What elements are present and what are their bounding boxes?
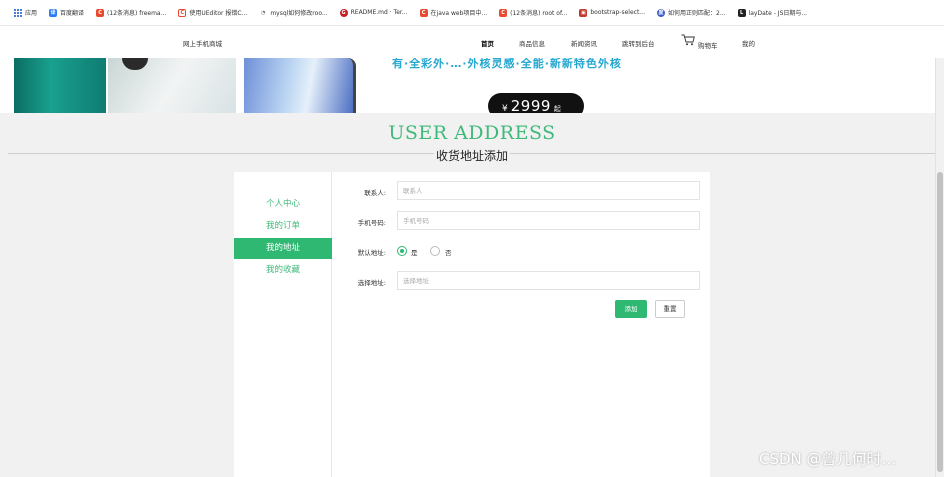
site-header: 网上手机商城 首页 商品信息 新闻资讯 跳转到后台 购物车 我的 (0, 27, 944, 57)
baidu-icon: 度 (657, 8, 666, 17)
promo-banner[interactable]: 有·全彩外·…·外核灵感·全能·新新特色外核 ¥ 2999 起 (0, 58, 944, 113)
default-yes-label: 是 (411, 249, 418, 257)
price-value: 2999 (510, 97, 551, 113)
csdn-watermark: CSDN @曾几何时… (759, 450, 897, 468)
address-select-input[interactable] (397, 271, 700, 290)
bookmark-label: (12条消息) root of... (510, 10, 568, 17)
nav-mine[interactable]: 我的 (742, 38, 755, 48)
csdn-icon: C (499, 8, 508, 17)
contact-label: 联系人: (364, 189, 386, 197)
bookmarks-bar: 应用 译 百度翻译 C (12条消息) freema... C 使用UEdito… (0, 0, 944, 26)
default-no-label: 否 (445, 249, 452, 257)
price-currency: ¥ (502, 104, 508, 113)
bookmark-readme[interactable]: G README.md · Ter... (339, 8, 408, 17)
nav-home[interactable]: 首页 (481, 38, 494, 48)
price-suffix: 起 (553, 105, 561, 113)
bookmark-label: 使用UEditor 报错C... (189, 10, 248, 17)
nav-products[interactable]: 商品信息 (519, 38, 545, 48)
mysql-icon: ◔ (259, 8, 268, 17)
default-no-radio[interactable] (430, 246, 440, 256)
banner-slogan: 有·全彩外·…·外核灵感·全能·新新特色外核 (392, 58, 622, 70)
c-icon: C (178, 8, 187, 17)
page-title-en: USER ADDRESS (388, 122, 556, 144)
default-address-label: 默认地址: (357, 249, 386, 257)
bookmark-label: bootstrap-select... (590, 9, 646, 16)
bookmark-label: 在java web项目中... (430, 10, 488, 17)
address-label: 选择地址: (357, 279, 386, 287)
nav-admin[interactable]: 跳转到后台 (622, 38, 655, 48)
bookmark-regex[interactable]: 度 如何用正则匹配：2... (657, 8, 726, 17)
reset-button[interactable]: 重置 (655, 300, 685, 318)
price-badge: ¥ 2999 起 (488, 93, 584, 113)
bookmark-bootstrap-select[interactable]: ▣ bootstrap-select... (579, 8, 646, 17)
bookmark-label: README.md · Ter... (350, 9, 408, 16)
bookmark-csdn-3[interactable]: C (12条消息) root of... (499, 8, 567, 17)
phone-image-silver (108, 58, 236, 113)
phone-image-blue (244, 58, 356, 113)
bookmark-label: (12条消息) freema... (107, 10, 167, 17)
page-content: USER ADDRESS 收货地址添加 个人中心 我的订单 我的地址 我的收藏 … (0, 113, 935, 477)
laydate-icon: L (737, 8, 746, 17)
cart-icon[interactable] (681, 34, 695, 46)
page-title-text: 收货地址添加 (433, 149, 510, 163)
bookmark-laydate[interactable]: L layDate - JS日期与... (737, 8, 808, 17)
bookmark-csdn-2[interactable]: C 在java web项目中... (419, 8, 488, 17)
nav-cart[interactable]: 购物车 (698, 40, 718, 50)
bookmark-ueditor[interactable]: C 使用UEditor 报错C... (178, 8, 247, 17)
sidebar-item-favorites[interactable]: 我的收藏 (234, 260, 332, 280)
gitee-icon: G (339, 8, 348, 17)
address-form: 联系人: 手机号码: 默认地址: 是 否 选择地址: 添加 重置 (333, 172, 710, 477)
nav-news[interactable]: 新闻资讯 (571, 38, 597, 48)
address-card: 个人中心 我的订单 我的地址 我的收藏 联系人: 手机号码: 默认地址: 是 否… (234, 172, 710, 477)
add-button[interactable]: 添加 (615, 300, 647, 318)
bookmark-label: layDate - JS日期与... (748, 10, 808, 17)
bookmark-label: 百度翻译 (60, 10, 85, 17)
default-yes-radio[interactable] (397, 246, 407, 256)
bookmark-label: mysql如何修改roo... (270, 10, 328, 17)
apps-grid-icon (14, 8, 22, 17)
sidebar-item-orders[interactable]: 我的订单 (234, 216, 332, 236)
user-sidebar: 个人中心 我的订单 我的地址 我的收藏 (234, 172, 332, 477)
phone-input[interactable] (397, 211, 700, 230)
bookmark-label: 如何用正则匹配：2... (668, 10, 726, 17)
bookmark-mysql[interactable]: ◔ mysql如何修改roo... (259, 8, 328, 17)
phone-image-green (14, 58, 106, 113)
csdn-icon: C (419, 8, 428, 17)
contact-input[interactable] (397, 181, 700, 200)
main-menu: 首页 商品信息 新闻资讯 跳转到后台 购物车 我的 (0, 38, 944, 50)
camera-module-icon (122, 58, 148, 70)
page-title: 收货地址添加 (0, 147, 944, 164)
baidu-translate-icon: 译 (49, 8, 58, 17)
bootstrap-icon: ▣ (579, 8, 588, 17)
csdn-icon: C (96, 8, 105, 17)
scrollbar-thumb[interactable] (937, 172, 943, 472)
phone-label: 手机号码: (357, 219, 386, 227)
sidebar-item-profile[interactable]: 个人中心 (234, 194, 332, 214)
bookmark-csdn-1[interactable]: C (12条消息) freema... (96, 8, 166, 17)
page-scrollbar[interactable] (935, 58, 944, 477)
bookmark-baidu-translate[interactable]: 译 百度翻译 (49, 8, 84, 17)
sidebar-item-address[interactable]: 我的地址 (234, 238, 332, 259)
bookmark-apps[interactable]: 应用 (14, 8, 37, 17)
bookmark-label: 应用 (25, 10, 38, 17)
